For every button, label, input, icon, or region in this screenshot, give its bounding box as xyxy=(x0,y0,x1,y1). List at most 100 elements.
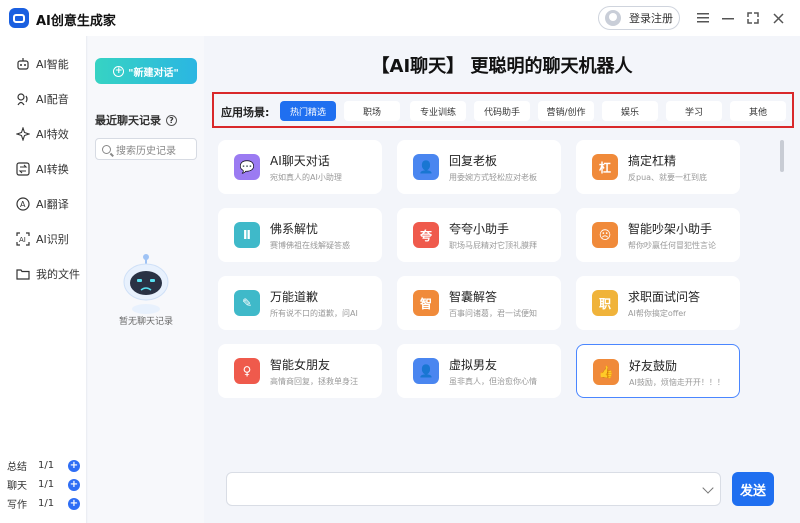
angry-icon: ☹ xyxy=(592,222,618,248)
plus-icon[interactable]: + xyxy=(68,478,80,491)
stat-label: 聊天 xyxy=(7,481,27,492)
scene-label: 应用场景: xyxy=(221,106,270,119)
card-description: 宛如真人的AI小助理 xyxy=(270,173,342,182)
boyfriend-icon: 👤 xyxy=(413,358,439,384)
assistant-card[interactable]: 夸夸夸小助手 职场马屁精对它顶礼膜拜 xyxy=(397,208,561,262)
login-label: 登录注册 xyxy=(629,12,673,25)
main-area: 【AI聊天】 更聪明的聊天机器人 应用场景: 热门精选 职场 专业训练 代码助手… xyxy=(204,36,800,523)
chevron-down-icon[interactable] xyxy=(702,482,714,494)
assistant-card[interactable]: 智智囊解答 百事问诸葛，君一试便知 xyxy=(397,276,561,330)
scene-tab-marketing[interactable]: 营销/创作 xyxy=(538,101,594,121)
card-title: 夸夸小助手 xyxy=(449,222,510,236)
assistant-card[interactable]: 👤 回复老板 用委婉方式轻松应对老板 xyxy=(397,140,561,194)
rail-label: AI特效 xyxy=(36,128,69,141)
stat-count: 1/1 xyxy=(38,498,55,509)
robot-mascot-icon xyxy=(123,254,169,314)
scene-tab-workplace[interactable]: 职场 xyxy=(344,101,400,121)
scene-tab-hot[interactable]: 热门精选 xyxy=(280,101,336,121)
plus-icon[interactable]: + xyxy=(68,459,80,472)
bar-icon: 杠 xyxy=(592,154,618,180)
assistant-card[interactable]: 杠搞定杠精反pua、就要一杠到底 xyxy=(576,140,740,194)
robot-icon xyxy=(16,57,30,71)
card-title: 搞定杠精 xyxy=(628,154,677,168)
job-icon: 职 xyxy=(592,290,618,316)
sage-icon: 智 xyxy=(413,290,439,316)
scene-tab-training[interactable]: 专业训练 xyxy=(410,101,466,121)
assistant-card[interactable]: 👍 好友鼓励 AI鼓励，烦恼走开开！！！ xyxy=(576,344,740,398)
chat-input[interactable] xyxy=(226,472,721,506)
rail-item-ai-smart[interactable]: AI智能 xyxy=(16,54,69,74)
card-description: AI帮你搞定offer xyxy=(628,309,687,318)
rail-label: AI智能 xyxy=(36,58,69,71)
assistant-card[interactable]: ☹ 智能吵架小助手 帮你吵赢任何冒犯性言论 xyxy=(576,208,740,262)
assistant-card[interactable]: ♀ 智能女朋友高情商回复，拯救单身汪 xyxy=(218,344,382,398)
card-title: 佛系解忧 xyxy=(270,222,319,236)
scrollbar[interactable] xyxy=(780,140,784,172)
chat-icon: 💬 xyxy=(234,154,260,180)
card-title: 智能女朋友 xyxy=(270,358,331,372)
empty-history-label: 暂无聊天记录 xyxy=(118,317,173,327)
card-title: AI聊天对话 xyxy=(270,154,330,168)
rail-item-ai-convert[interactable]: AI转换 xyxy=(16,159,69,179)
new-chat-label: "新建对话" xyxy=(128,67,179,79)
assistant-card[interactable]: 👤 虚拟男友 虽非真人，但治愈你心情 xyxy=(397,344,561,398)
title-bar: AI创意生成家 登录注册 xyxy=(0,0,800,36)
scene-filter-bar: 应用场景: 热门精选 职场 专业训练 代码助手 营销/创作 娱乐 学习 其他 xyxy=(212,92,794,128)
folder-icon xyxy=(16,267,30,281)
menu-icon[interactable] xyxy=(694,9,712,27)
new-chat-button[interactable]: + "新建对话" xyxy=(95,58,197,84)
assistant-card[interactable]: Ⅱ 佛系解忧 赛博佛祖在线解疑答惑 xyxy=(218,208,382,262)
app-title: AI创意生成家 xyxy=(36,14,116,29)
history-search-input[interactable]: 搜索历史记录 xyxy=(95,138,197,160)
card-description: 帮你吵赢任何冒犯性言论 xyxy=(628,241,716,250)
scene-tab-study[interactable]: 学习 xyxy=(666,101,722,121)
help-icon[interactable]: ? xyxy=(166,114,177,126)
scene-tab-other[interactable]: 其他 xyxy=(730,101,786,121)
plus-icon[interactable]: + xyxy=(68,497,80,510)
scan-icon: AI xyxy=(16,232,30,246)
rail-label: AI转换 xyxy=(36,163,69,176)
scene-tab-entertainment[interactable]: 娱乐 xyxy=(602,101,658,121)
rail-item-ai-translate[interactable]: A AI翻译 xyxy=(16,194,69,214)
login-button[interactable]: 登录注册 xyxy=(598,6,680,30)
app-logo-icon xyxy=(9,8,29,28)
rail-label: AI识别 xyxy=(36,233,69,246)
stat-chat: 聊天 1/1 + xyxy=(7,477,80,492)
stat-label: 写作 xyxy=(7,500,27,511)
minimize-icon[interactable] xyxy=(719,9,737,27)
assistant-card[interactable]: 💬 AI聊天对话宛如真人的AI小助理 xyxy=(218,140,382,194)
assistant-card[interactable]: 职求职面试问答 AI帮你搞定offer xyxy=(576,276,740,330)
card-description: AI鼓励，烦恼走开开！！！ xyxy=(629,378,725,387)
translate-icon: A xyxy=(16,197,30,211)
apology-icon: ✎ xyxy=(234,290,260,316)
girlfriend-icon: ♀ xyxy=(234,358,260,384)
scene-tab-code[interactable]: 代码助手 xyxy=(474,101,530,121)
recent-chats-label: 最近聊天记录 xyxy=(95,114,161,127)
rail-label: AI配音 xyxy=(36,93,69,106)
stat-count: 1/1 xyxy=(38,479,55,490)
maximize-icon[interactable] xyxy=(744,9,762,27)
svg-text:AI: AI xyxy=(19,236,26,244)
rail-item-ai-voice[interactable]: AI配音 xyxy=(16,89,69,109)
assistant-card[interactable]: ✎ 万能道歉 所有说不口的道歉，问AI xyxy=(218,276,382,330)
plus-circle-icon: + xyxy=(113,65,125,77)
card-description: 高情商回复，拯救单身汪 xyxy=(270,377,358,386)
card-title: 好友鼓励 xyxy=(629,359,678,373)
rail-item-my-files[interactable]: 我的文件 xyxy=(16,264,80,284)
rail-item-ai-recognize[interactable]: AI AI识别 xyxy=(16,229,69,249)
rail-item-ai-effects[interactable]: AI特效 xyxy=(16,124,69,144)
buddha-icon: Ⅱ xyxy=(234,222,260,248)
stat-summary: 总结 1/1 + xyxy=(7,458,80,473)
send-button[interactable]: 发送 xyxy=(732,472,774,506)
card-title: 万能道歉 xyxy=(270,290,319,304)
rail-label: AI翻译 xyxy=(36,198,69,211)
rail-label: 我的文件 xyxy=(36,268,80,281)
card-title: 智囊解答 xyxy=(449,290,498,304)
svg-text:A: A xyxy=(20,200,26,209)
sparkle-icon xyxy=(16,127,30,141)
close-icon[interactable] xyxy=(769,9,787,27)
card-description: 反pua、就要一杠到底 xyxy=(628,173,708,182)
thumbs-up-icon: 👍 xyxy=(593,359,619,385)
avatar-icon xyxy=(605,10,621,26)
voice-icon xyxy=(16,92,30,106)
